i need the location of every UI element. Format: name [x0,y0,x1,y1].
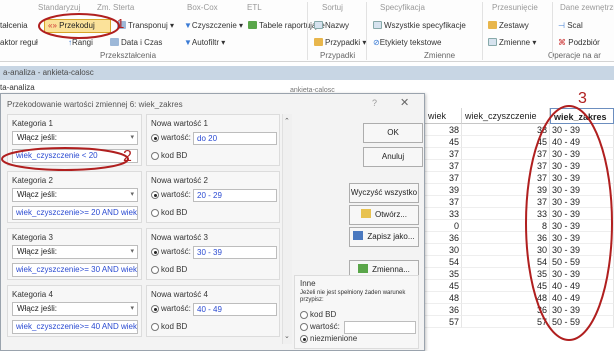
annotation-layer [1,13,613,341]
annotation-circle-condition [1,147,129,171]
annotation-number-3: 3 [578,90,587,107]
annotation-number-1: 1 [117,16,125,31]
annotation-circle-recode [38,13,120,39]
annotation-circle-result-column [525,105,613,341]
annotation-number-2: 2 [123,148,132,165]
